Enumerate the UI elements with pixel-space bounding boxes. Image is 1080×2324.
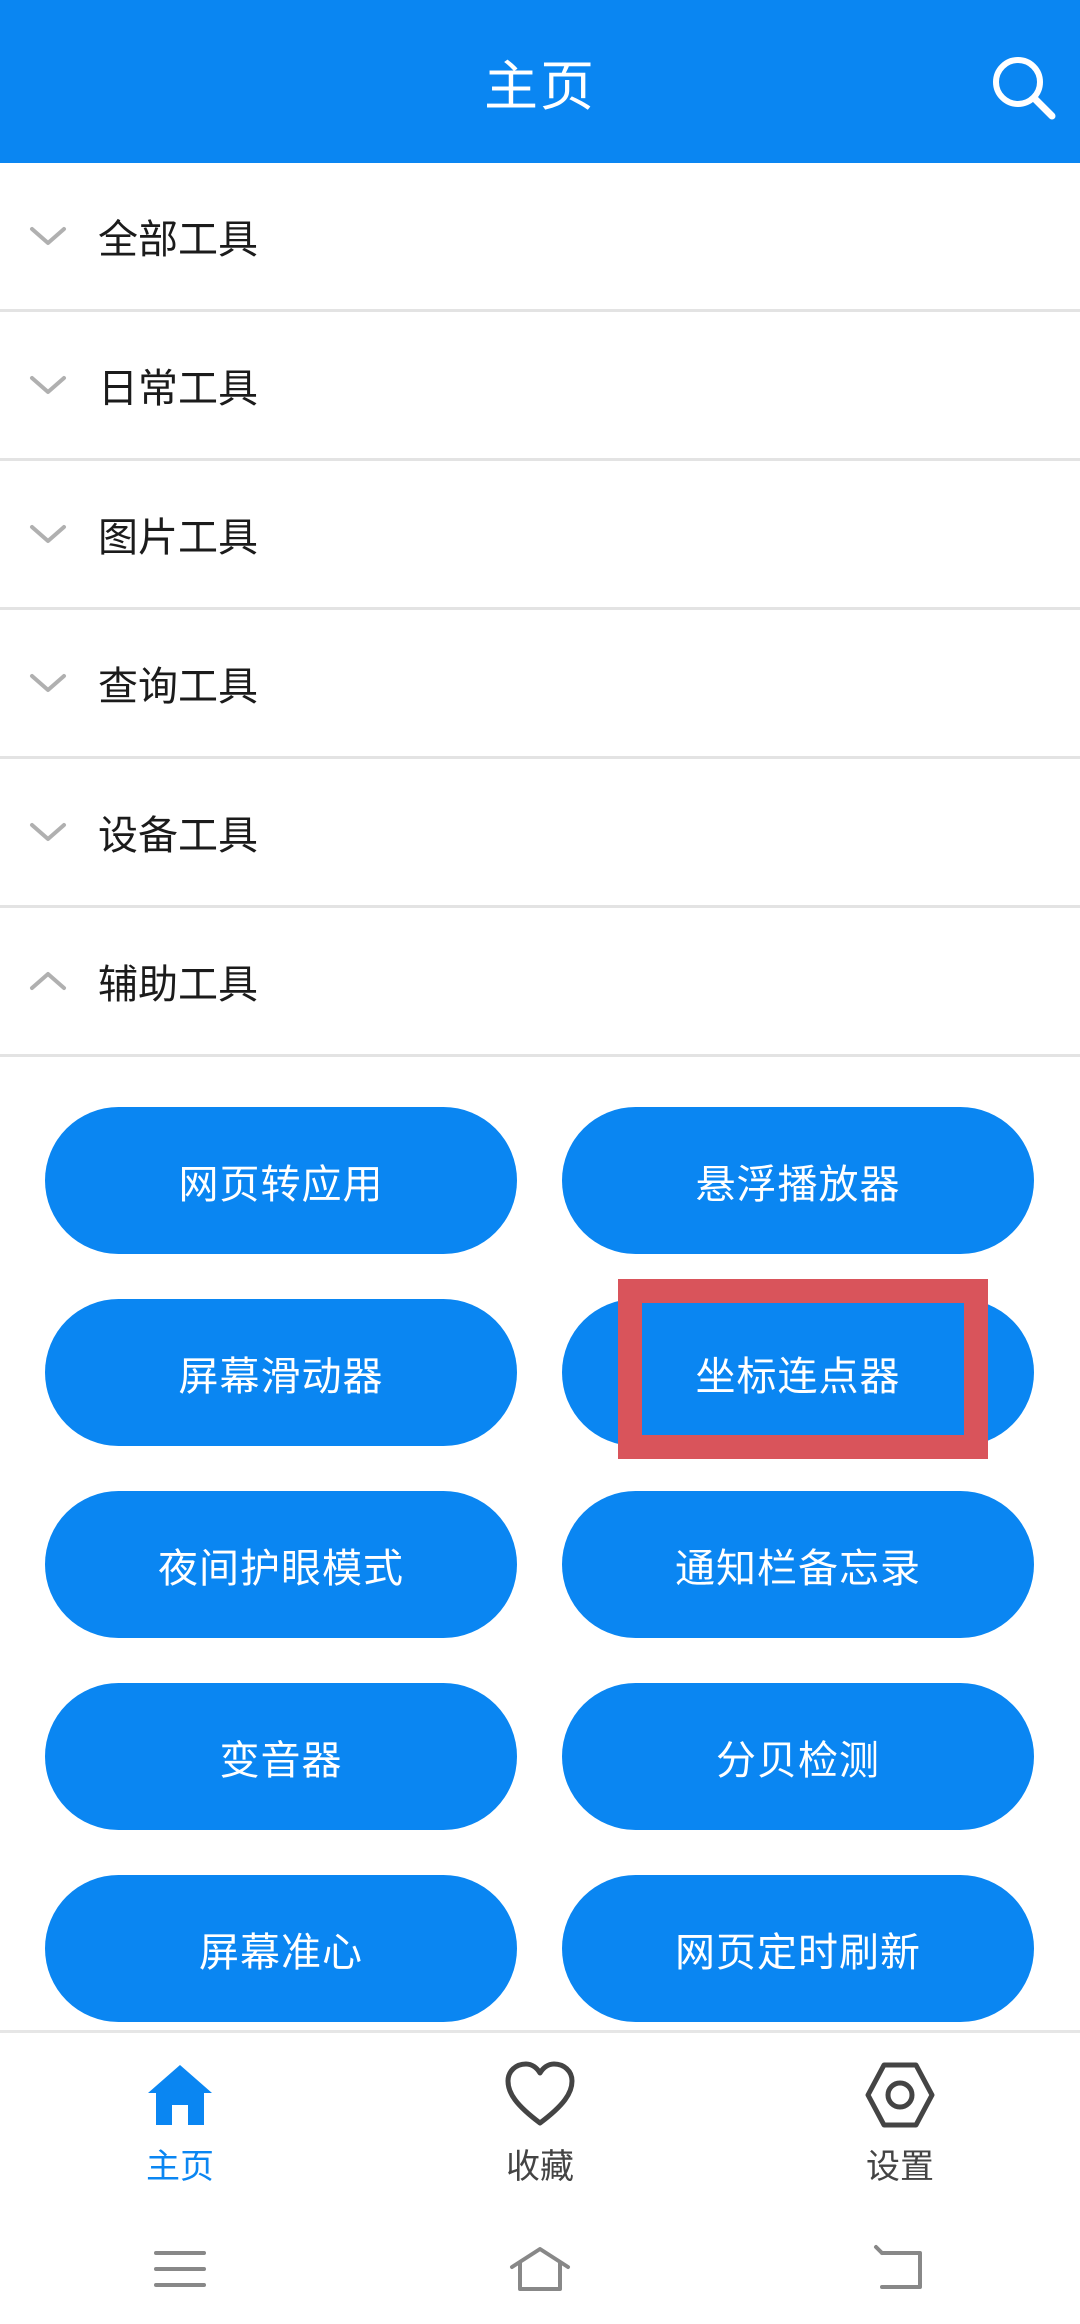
chevron-up-icon [30,972,66,990]
chevron-down-icon [30,823,66,841]
category-assist-tools[interactable]: 辅助工具 [0,908,1080,1057]
category-image-tools[interactable]: 图片工具 [0,461,1080,610]
top-app-bar: 主页 [0,0,1080,163]
app-screen: 主页 全部工具 日常工具 图片工具 查询工具 设备工具 辅助工具 网页转应用 悬… [0,0,1080,2324]
menu-icon[interactable] [148,2237,212,2301]
chevron-down-icon [30,525,66,543]
category-label: 查询工具 [98,664,258,710]
heart-icon [505,2061,575,2126]
category-device-tools[interactable]: 设备工具 [0,759,1080,908]
category-label: 日常工具 [98,366,258,412]
nav-label: 设置 [866,2147,934,2187]
gear-icon [865,2062,935,2128]
tool-button-web-auto-refresh[interactable]: 网页定时刷新 [562,1875,1034,2022]
category-query-tools[interactable]: 查询工具 [0,610,1080,759]
category-all-tools[interactable]: 全部工具 [0,163,1080,312]
category-label: 图片工具 [98,515,258,561]
home-outline-icon[interactable] [508,2237,572,2301]
chevron-down-icon [30,376,66,394]
back-icon[interactable] [868,2237,932,2301]
category-label: 辅助工具 [98,962,258,1008]
nav-label: 主页 [146,2147,214,2187]
system-nav-bar [0,2214,1080,2324]
nav-item-favorites[interactable]: 收藏 [420,2033,660,2214]
search-icon[interactable] [988,52,1058,122]
category-label: 设备工具 [98,813,258,859]
tool-button-web-to-app[interactable]: 网页转应用 [45,1107,517,1254]
tool-button-voice-changer[interactable]: 变音器 [45,1683,517,1830]
home-icon [148,2065,212,2125]
tool-button-night-eye-mode[interactable]: 夜间护眼模式 [45,1491,517,1638]
category-label: 全部工具 [98,217,258,263]
nav-item-home[interactable]: 主页 [60,2033,300,2214]
tool-button-screen-crosshair[interactable]: 屏幕准心 [45,1875,517,2022]
tool-button-floating-player[interactable]: 悬浮播放器 [562,1107,1034,1254]
category-list: 全部工具 日常工具 图片工具 查询工具 设备工具 辅助工具 [0,163,1080,1057]
category-daily-tools[interactable]: 日常工具 [0,312,1080,461]
bottom-nav-bar: 主页 收藏 设置 [0,2030,1080,2214]
page-title: 主页 [484,55,596,118]
chevron-down-icon [30,227,66,245]
tools-grid: 网页转应用 悬浮播放器 屏幕滑动器 坐标连点器 夜间护眼模式 通知栏备忘录 变音… [45,1107,1035,2022]
tool-button-notification-memo[interactable]: 通知栏备忘录 [562,1491,1034,1638]
tool-button-screen-swiper[interactable]: 屏幕滑动器 [45,1299,517,1446]
chevron-down-icon [30,674,66,692]
nav-item-settings[interactable]: 设置 [780,2033,1020,2214]
tool-button-coordinate-clicker[interactable]: 坐标连点器 [562,1299,1034,1446]
tool-button-decibel-meter[interactable]: 分贝检测 [562,1683,1034,1830]
nav-label: 收藏 [506,2147,574,2187]
